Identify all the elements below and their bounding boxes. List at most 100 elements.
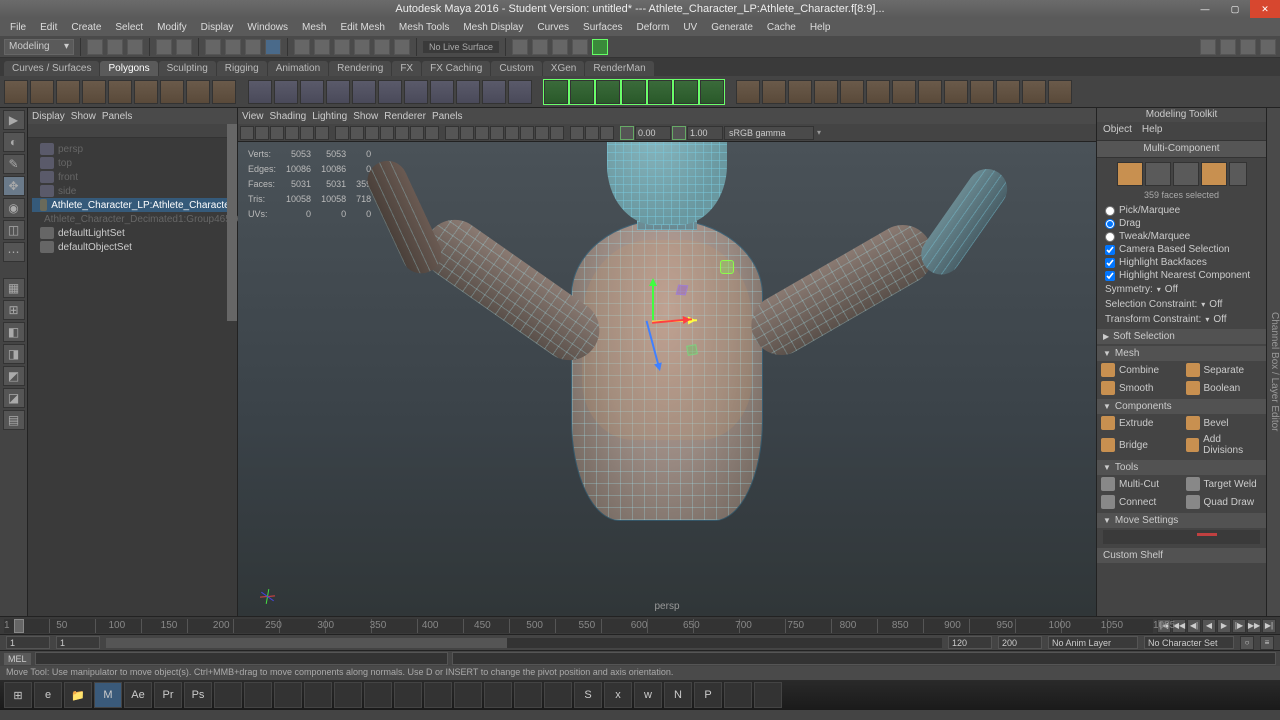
range-start[interactable]: 1 (56, 636, 100, 649)
save-scene-icon[interactable] (127, 39, 143, 55)
vp-safe-title-icon[interactable] (425, 126, 439, 140)
prefs-icon[interactable]: ≡ (1260, 636, 1274, 650)
combine-icon[interactable] (300, 80, 324, 104)
tab-fxcaching[interactable]: FX Caching (422, 61, 490, 76)
intersection-icon[interactable] (430, 80, 454, 104)
toolkit-button[interactable]: Bridge (1097, 432, 1182, 458)
spherical-map-icon[interactable] (996, 80, 1020, 104)
menu-edit[interactable]: Edit (34, 20, 63, 35)
menu-mesh[interactable]: Mesh (296, 20, 332, 35)
vp-exposure-toggle-icon[interactable] (620, 126, 634, 140)
step-back-icon[interactable]: ◀| (1187, 619, 1201, 633)
vp-xray-icon[interactable] (585, 126, 599, 140)
merge-icon[interactable] (840, 80, 864, 104)
move-settings-section[interactable]: ▼Move Settings (1097, 513, 1266, 528)
extrude-icon[interactable] (544, 80, 568, 104)
toolkit-button[interactable]: Boolean (1182, 379, 1267, 397)
snap-point-icon[interactable] (334, 39, 350, 55)
ipr-render-icon[interactable] (552, 39, 568, 55)
outliner-item[interactable]: persp (32, 142, 233, 156)
vp-motion-blur-icon[interactable] (535, 126, 549, 140)
time-cursor[interactable] (14, 619, 24, 633)
step-forward-icon[interactable]: |▶ (1232, 619, 1246, 633)
hypershade-persp-icon[interactable]: ◩ (3, 366, 25, 386)
task-excel-icon[interactable]: x (604, 682, 632, 708)
snap-surface-icon[interactable] (374, 39, 390, 55)
range-end[interactable]: 120 (948, 636, 992, 649)
construction-history-icon[interactable] (512, 39, 528, 55)
toolkit-button[interactable]: Quad Draw (1182, 493, 1267, 511)
layout-2-icon[interactable] (1220, 39, 1236, 55)
play-forward-icon[interactable]: ▶ (1217, 619, 1231, 633)
live-surface-field[interactable]: No Live Surface (423, 41, 499, 53)
task-pr-icon[interactable]: Pr (154, 682, 182, 708)
menu-mesh-display[interactable]: Mesh Display (457, 20, 529, 35)
vp-menu-panels[interactable]: Panels (432, 111, 463, 122)
poly-sphere-icon[interactable] (4, 80, 28, 104)
toolkit-button[interactable]: Smooth (1097, 379, 1182, 397)
sel-constraint-value[interactable]: Off (1209, 299, 1222, 310)
task-app2-icon[interactable] (244, 682, 272, 708)
menu-cache[interactable]: Cache (761, 20, 802, 35)
vp-gamma-field[interactable]: 1.00 (687, 126, 723, 140)
task-app14-icon[interactable] (754, 682, 782, 708)
task-app1-icon[interactable] (214, 682, 242, 708)
snap-plane-icon[interactable] (354, 39, 370, 55)
poly-cylinder-icon[interactable] (56, 80, 80, 104)
vp-aa-icon[interactable] (550, 126, 564, 140)
outliner-item[interactable]: defaultLightSet (32, 226, 233, 240)
soft-selection-section[interactable]: ▶Soft Selection (1097, 329, 1266, 344)
vertex-mode-icon[interactable] (1145, 162, 1171, 186)
components-section[interactable]: ▼Components (1097, 399, 1266, 414)
character-mesh[interactable] (572, 220, 762, 520)
snap-curve-icon[interactable] (314, 39, 330, 55)
toolkit-button[interactable]: Multi-Cut (1097, 475, 1182, 493)
menu-help[interactable]: Help (804, 20, 837, 35)
channel-box-tab[interactable]: Channel Box / Layer Editor (1269, 312, 1280, 432)
four-view-icon[interactable]: ⊞ (3, 300, 25, 320)
poly-plane-icon[interactable] (134, 80, 158, 104)
vp-menu-view[interactable]: View (242, 111, 264, 122)
toolkit-button[interactable]: Add Divisions (1182, 432, 1267, 458)
vp-select-camera-icon[interactable] (240, 126, 254, 140)
task-app7-icon[interactable] (394, 682, 422, 708)
select-object-icon[interactable] (225, 39, 241, 55)
tab-custom[interactable]: Custom (491, 61, 541, 76)
cylindrical-map-icon[interactable] (970, 80, 994, 104)
lasso-tool-icon[interactable]: ◐ (3, 132, 25, 152)
poly-cone-icon[interactable] (82, 80, 106, 104)
contour-map-icon[interactable] (1048, 80, 1072, 104)
poly-disc-icon[interactable] (160, 80, 184, 104)
undo-icon[interactable] (156, 39, 172, 55)
time-slider[interactable]: 1501001502002503003504004505005506006507… (0, 616, 1280, 634)
outliner-menu-show[interactable]: Show (71, 111, 96, 122)
range-end-abs[interactable]: 200 (998, 636, 1042, 649)
task-app4-icon[interactable] (304, 682, 332, 708)
character-set-dropdown[interactable]: No Character Set (1144, 636, 1234, 649)
open-scene-icon[interactable] (107, 39, 123, 55)
range-start-abs[interactable]: 1 (6, 636, 50, 649)
object-mode-icon[interactable] (1117, 162, 1143, 186)
edge-mode-icon[interactable] (1173, 162, 1199, 186)
menu-windows[interactable]: Windows (241, 20, 294, 35)
toolkit-button[interactable]: Combine (1097, 361, 1182, 379)
menu-display[interactable]: Display (195, 20, 240, 35)
task-ps-icon[interactable]: Ps (184, 682, 212, 708)
cmd-lang-label[interactable]: MEL (4, 653, 31, 665)
vp-wireframe-icon[interactable] (445, 126, 459, 140)
select-hierarchy-icon[interactable] (205, 39, 221, 55)
difference-icon[interactable] (404, 80, 428, 104)
tab-rendering[interactable]: Rendering (329, 61, 391, 76)
vp-grid-icon[interactable] (335, 126, 349, 140)
tab-sculpting[interactable]: Sculpting (159, 61, 216, 76)
rotate-tool-icon[interactable]: ◉ (3, 198, 25, 218)
extract-icon[interactable] (352, 80, 376, 104)
vp-menu-show[interactable]: Show (353, 111, 378, 122)
outliner-item[interactable]: Athlete_Character_LP:Athlete_Character (32, 198, 233, 212)
toolkit-button[interactable]: Separate (1182, 361, 1267, 379)
outliner-menu-display[interactable]: Display (32, 111, 65, 122)
outliner-item[interactable]: front (32, 170, 233, 184)
persp-graph-icon[interactable]: ◨ (3, 344, 25, 364)
viewport-3d[interactable]: Verts:505350530Edges:10086100860Faces:50… (238, 142, 1096, 616)
side-tabs[interactable]: Channel Box / Layer Editor (1266, 108, 1280, 616)
